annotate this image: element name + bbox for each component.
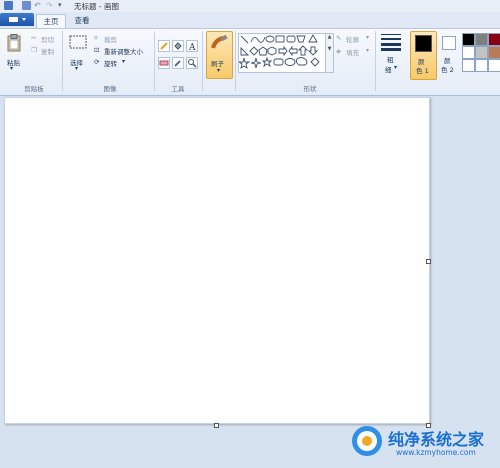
crop-icon: ⌗	[94, 34, 98, 42]
size-label-2: 细	[385, 66, 392, 74]
fill-dropdown-icon[interactable]: ▾	[366, 47, 369, 54]
crop-button[interactable]: 裁剪	[104, 34, 117, 44]
paste-button[interactable]: 粘贴	[7, 57, 20, 67]
palette-swatch[interactable]	[475, 33, 488, 46]
palette-swatch[interactable]	[488, 59, 500, 72]
group-label-tools: 工具	[171, 85, 185, 93]
app-icon[interactable]	[4, 1, 13, 10]
magnifier-tool[interactable]	[186, 57, 198, 69]
shapes-scrollbar[interactable]: ▲ ▼	[325, 33, 334, 73]
menu-icon	[9, 17, 26, 22]
outline-icon: ✎	[336, 34, 342, 42]
watermark-url: www.kzmyhome.com	[396, 448, 476, 457]
rotate-dropdown-icon[interactable]: ▾	[122, 58, 125, 65]
drawing-canvas[interactable]	[4, 97, 430, 424]
paste-dropdown-icon[interactable]: ▾	[10, 65, 13, 72]
rotate-icon: ⟳	[94, 58, 100, 66]
group-label-shapes: 形状	[303, 85, 317, 93]
eraser-tool[interactable]	[158, 57, 170, 69]
undo-icon[interactable]: ↶	[34, 1, 43, 10]
color1-swatch	[415, 35, 432, 52]
color2-label-bottom: 色 2	[441, 66, 454, 74]
paste-icon	[7, 34, 21, 52]
palette-swatch[interactable]	[488, 46, 500, 59]
line-width-icon	[381, 34, 401, 51]
size-button[interactable]: 粗 细 ▾	[379, 31, 405, 77]
redo-icon[interactable]: ↷	[46, 1, 55, 10]
group-label-clipboard: 剪贴板	[24, 85, 44, 93]
text-tool[interactable]: A	[186, 40, 198, 53]
brushes-dropdown-icon: ▾	[217, 67, 221, 74]
color1-button[interactable]: 颜 色 1	[410, 31, 437, 80]
size-label-1: 粗	[387, 56, 394, 64]
palette-swatch[interactable]	[462, 33, 475, 46]
resize-handle-bottom[interactable]	[214, 423, 219, 428]
eraser-icon	[159, 60, 169, 66]
pencil-tool[interactable]	[158, 40, 170, 52]
group-divider	[154, 31, 155, 91]
fill-tool[interactable]	[172, 40, 184, 52]
group-divider	[202, 31, 203, 91]
fill-bucket-icon	[174, 42, 182, 50]
watermark-title: 纯净系统之家	[388, 430, 485, 449]
text-icon: A	[188, 43, 196, 53]
palette-swatch[interactable]	[475, 59, 488, 72]
resize-handle-right[interactable]	[426, 259, 431, 264]
outline-dropdown-icon[interactable]: ▾	[366, 34, 369, 41]
group-divider	[235, 31, 236, 91]
magnifier-icon	[188, 59, 197, 68]
group-label-image: 图像	[103, 85, 117, 93]
brush-icon	[211, 34, 228, 49]
watermark: 纯净系统之家 www.kzmyhome.com	[348, 422, 498, 466]
tab-view[interactable]: 查看	[68, 14, 96, 28]
cut-icon: ✂	[31, 34, 37, 42]
group-divider	[375, 31, 376, 91]
color1-label-bottom: 色 1	[416, 67, 429, 75]
cut-button[interactable]: 剪切	[41, 34, 54, 44]
window-title: 无标题 - 画图	[74, 2, 119, 11]
rotate-button[interactable]: 旋转	[104, 58, 117, 68]
eyedropper-icon	[174, 60, 181, 67]
select-icon	[69, 35, 87, 49]
palette-swatch[interactable]	[462, 46, 475, 59]
resize-icon: ⊡	[94, 46, 100, 54]
fill-icon: ◈	[336, 47, 341, 55]
resize-button[interactable]: 重新调整大小	[104, 46, 143, 56]
size-dropdown-icon: ▾	[394, 64, 398, 71]
file-menu-button[interactable]	[0, 13, 34, 26]
select-dropdown-icon[interactable]: ▾	[75, 65, 78, 72]
outline-button[interactable]: 轮廓	[346, 34, 359, 44]
pencil-icon	[160, 42, 168, 50]
save-icon[interactable]	[22, 1, 31, 10]
palette-swatch[interactable]	[475, 46, 488, 59]
svg-text:A: A	[188, 43, 196, 51]
color-picker-tool[interactable]	[172, 57, 184, 69]
shapes-gallery-icons	[239, 34, 320, 70]
copy-button[interactable]: 复制	[41, 46, 54, 56]
customize-quick-access-icon[interactable]: ▾	[58, 1, 67, 10]
group-divider	[62, 31, 63, 91]
scroll-up-icon[interactable]: ▲	[326, 34, 333, 40]
scroll-down-icon[interactable]: ▼	[326, 46, 333, 52]
copy-icon: ❐	[31, 46, 37, 54]
color2-swatch	[442, 36, 456, 50]
palette-swatch[interactable]	[462, 59, 475, 72]
brushes-button[interactable]: 刷子 ▾	[206, 31, 233, 79]
color2-button[interactable]: 颜 色 2	[438, 31, 460, 78]
watermark-logo	[352, 426, 382, 456]
fill-button[interactable]: 填充	[346, 47, 359, 57]
palette-swatch[interactable]	[488, 33, 500, 46]
tab-home[interactable]: 主页	[36, 14, 66, 29]
